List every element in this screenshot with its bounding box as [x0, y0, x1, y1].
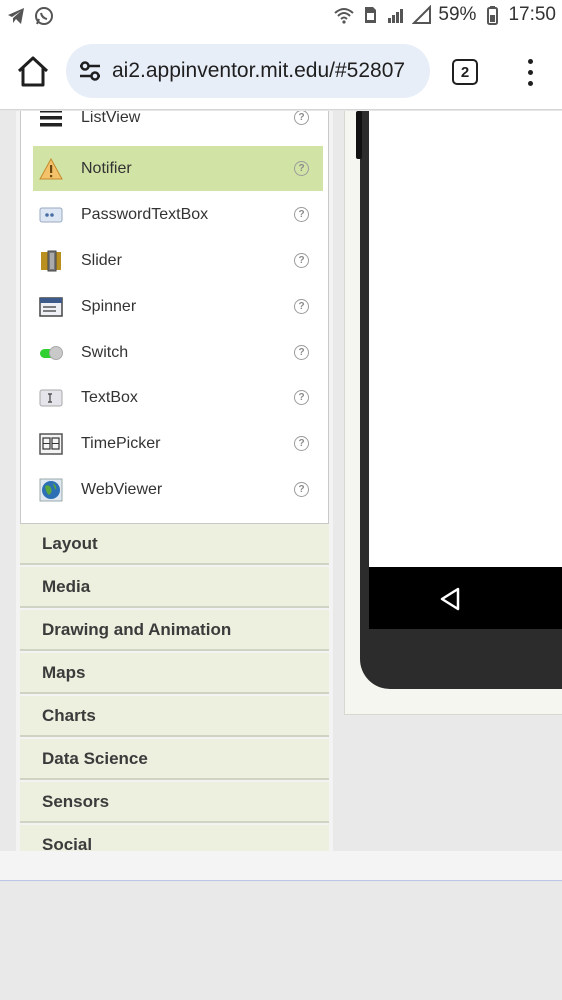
category-layout[interactable]: Layout: [20, 524, 329, 565]
page-background: [0, 882, 562, 1000]
palette-item-label: Switch: [81, 343, 129, 361]
palette-item-webviewer[interactable]: WebViewer ?: [33, 467, 323, 512]
status-notifications: [6, 6, 54, 26]
help-icon[interactable]: ?: [294, 436, 309, 451]
bottom-bar: [0, 851, 562, 881]
notifier-warning-icon: [39, 157, 63, 181]
browser-toolbar: ai2.appinventor.mit.edu/#52807 2: [0, 34, 562, 110]
palette-item-timepicker[interactable]: TimePicker ?: [33, 421, 323, 466]
category-sensors[interactable]: Sensors: [20, 782, 329, 823]
palette-item-label: Notifier: [81, 159, 132, 177]
battery-percent: 59%: [438, 4, 477, 25]
palette-item-label: PasswordTextBox: [81, 205, 209, 223]
palette-item-textbox[interactable]: TextBox ?: [33, 375, 323, 420]
help-icon[interactable]: ?: [294, 207, 309, 222]
listview-icon: [39, 111, 63, 130]
help-icon[interactable]: ?: [294, 253, 309, 268]
palette-item-label: TimePicker: [81, 434, 161, 452]
category-data-science[interactable]: Data Science: [20, 739, 329, 780]
webviewer-globe-icon: [39, 478, 63, 502]
wifi-icon: [334, 8, 355, 24]
help-icon[interactable]: ?: [294, 111, 309, 125]
url-text[interactable]: ai2.appinventor.mit.edu/#52807: [112, 59, 405, 83]
palette-item-label: WebViewer: [81, 480, 163, 498]
status-system: 59% 17:50: [334, 4, 556, 26]
palette-item-switch[interactable]: Switch ?: [33, 330, 323, 375]
switch-icon: [39, 341, 63, 365]
tab-switcher-button[interactable]: 2: [452, 59, 478, 85]
phone-nav-bar: [369, 567, 562, 629]
sim-card-icon: [365, 7, 377, 23]
battery-icon: [487, 6, 499, 25]
clock: 17:50: [508, 4, 556, 25]
signal-2-icon: [412, 5, 432, 24]
timepicker-icon: [39, 432, 63, 456]
palette-item-label: Slider: [81, 251, 122, 269]
address-bar[interactable]: ai2.appinventor.mit.edu/#52807: [66, 44, 430, 98]
phone-screen[interactable]: [369, 111, 562, 567]
tab-count: 2: [460, 63, 470, 81]
help-icon[interactable]: ?: [294, 345, 309, 360]
password-textbox-icon: [39, 203, 63, 227]
palette-item-label: TextBox: [81, 388, 138, 406]
category-drawing-and-animation[interactable]: Drawing and Animation: [20, 610, 329, 651]
app-inventor-page: ListView ? Notifier ? PasswordTextBox ? …: [0, 111, 562, 851]
palette-item-notifier[interactable]: Notifier ?: [33, 146, 323, 191]
help-icon[interactable]: ?: [294, 482, 309, 497]
phone-side-button: [356, 111, 362, 159]
palette-item-label: ListView: [81, 111, 141, 126]
palette-item-slider[interactable]: Slider ?: [33, 238, 323, 283]
palette-item-listview[interactable]: ListView ?: [33, 111, 323, 140]
slider-icon: [39, 249, 63, 273]
palette-item-label: Spinner: [81, 297, 137, 315]
home-icon[interactable]: [14, 54, 52, 90]
category-charts[interactable]: Charts: [20, 696, 329, 737]
palette-panel: ListView ? Notifier ? PasswordTextBox ? …: [16, 111, 333, 851]
signal-icon: [388, 9, 404, 23]
category-maps[interactable]: Maps: [20, 653, 329, 694]
palette-item-passwordtextbox[interactable]: PasswordTextBox ?: [33, 192, 323, 237]
status-bar: 59% 17:50: [0, 0, 562, 34]
palette-item-spinner[interactable]: Spinner ?: [33, 284, 323, 329]
spinner-icon: [39, 295, 63, 319]
category-social[interactable]: Social: [20, 825, 329, 851]
help-icon[interactable]: ?: [294, 161, 309, 176]
category-media[interactable]: Media: [20, 567, 329, 608]
help-icon[interactable]: ?: [294, 299, 309, 314]
more-menu-icon[interactable]: [520, 56, 540, 88]
help-icon[interactable]: ?: [294, 390, 309, 405]
site-settings-icon[interactable]: [76, 57, 104, 85]
telegram-icon: [8, 8, 24, 24]
whatsapp-icon: [35, 7, 53, 25]
back-triangle-icon: [440, 587, 460, 611]
textbox-icon: [39, 386, 63, 410]
user-interface-palette: ListView ? Notifier ? PasswordTextBox ? …: [20, 111, 329, 524]
